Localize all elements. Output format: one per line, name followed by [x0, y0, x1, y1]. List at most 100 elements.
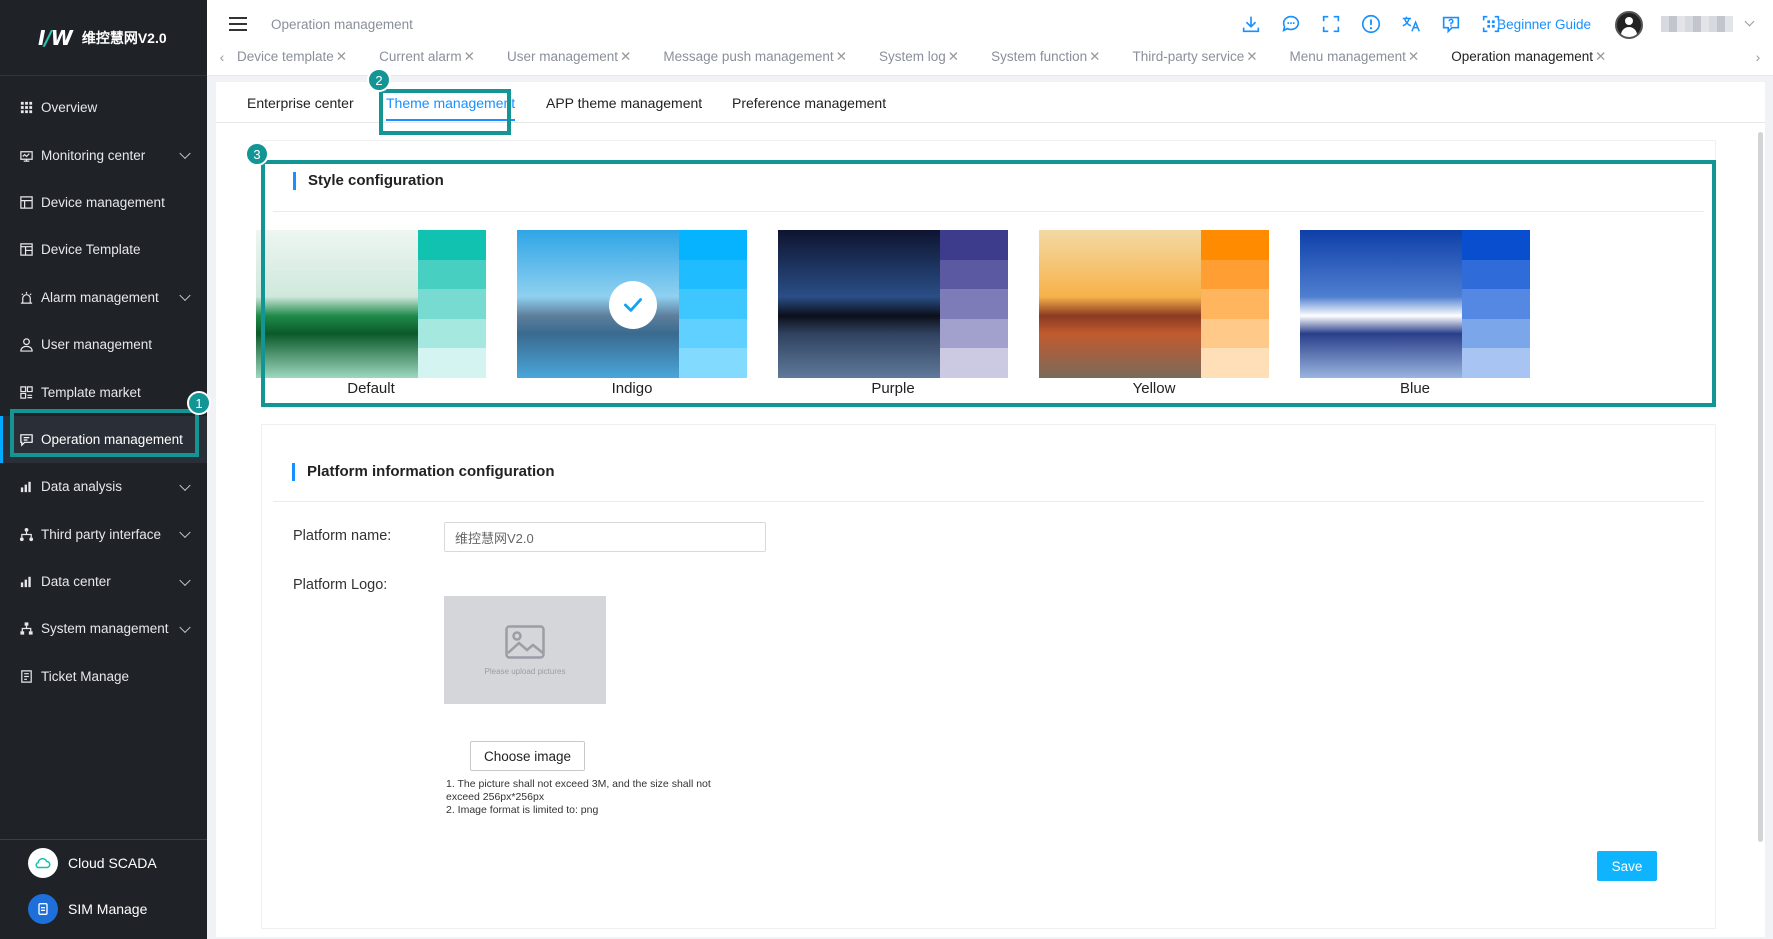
- chevron-down-icon[interactable]: [179, 574, 191, 586]
- choose-image-button[interactable]: Choose image: [470, 741, 585, 771]
- upload-hint-line-3: 2. Image format is limited to: png: [446, 804, 599, 816]
- scrollbar[interactable]: [1758, 132, 1763, 842]
- platform-name-label: Platform name:: [293, 528, 392, 544]
- visited-tab-operation-management[interactable]: Operation management ✕: [1451, 49, 1606, 65]
- alert-icon[interactable]: [1359, 12, 1383, 36]
- theme-option-indigo[interactable]: Indigo: [517, 230, 747, 405]
- tabs-scroll-left-icon[interactable]: ‹: [207, 49, 237, 65]
- color-swatch: [679, 259, 747, 290]
- download-icon[interactable]: [1239, 12, 1263, 36]
- close-icon[interactable]: ✕: [620, 49, 631, 64]
- sidebar-item-user-management[interactable]: User management: [0, 321, 207, 368]
- cloud-icon: [28, 848, 58, 878]
- sidebar-item-label: Data center: [41, 574, 111, 590]
- sidebar-item-label: Overview: [41, 100, 98, 116]
- visited-tab-label: Device template: [237, 49, 334, 64]
- tab-app-theme-management[interactable]: APP theme management: [546, 95, 702, 111]
- tab-theme-management[interactable]: Theme management: [386, 95, 516, 121]
- close-icon[interactable]: ✕: [1595, 49, 1606, 64]
- translate-icon[interactable]: [1399, 12, 1423, 36]
- image-placeholder-icon: [505, 624, 545, 659]
- sidebar-item-label: Device Template: [41, 242, 141, 258]
- visited-tab-menu-management[interactable]: Menu management ✕: [1290, 49, 1420, 65]
- theme-option-purple[interactable]: Purple: [778, 230, 1008, 405]
- sidebar-item-system-management[interactable]: System management: [0, 605, 207, 652]
- sidebar-item-data-center[interactable]: Data center: [0, 558, 207, 605]
- visited-tab-user-management[interactable]: User management ✕: [507, 49, 631, 65]
- platform-info-title: Platform information configuration: [292, 463, 555, 481]
- color-swatch: [940, 289, 1008, 319]
- sidebar-item-third-party-interface[interactable]: Third party interface: [0, 511, 207, 558]
- avatar[interactable]: [1615, 11, 1643, 39]
- close-icon[interactable]: ✕: [1089, 49, 1100, 64]
- beginner-guide-link[interactable]: Beginner Guide: [1497, 17, 1591, 32]
- theme-name: Indigo: [611, 380, 653, 397]
- visited-tab-current-alarm[interactable]: Current alarm ✕: [379, 49, 475, 65]
- theme-option-yellow[interactable]: Yellow: [1039, 230, 1269, 405]
- sidebar-item-device-template[interactable]: Device Template: [0, 226, 207, 273]
- chevron-down-icon[interactable]: [179, 526, 191, 539]
- tabs-scroll-right-icon[interactable]: ›: [1743, 49, 1773, 65]
- visited-tab-third-party-service[interactable]: Third-party service ✕: [1132, 49, 1257, 65]
- sidebar-item-operation-management[interactable]: Operation management: [0, 415, 207, 464]
- close-icon[interactable]: ✕: [1246, 49, 1257, 64]
- chevron-down-icon[interactable]: [1744, 16, 1755, 27]
- theme-preview-image: [778, 230, 940, 378]
- upload-hint-line-1: 1. The picture shall not exceed 3M, and …: [446, 778, 711, 790]
- theme-swatches: [1201, 230, 1269, 378]
- logo-mark: I/W: [38, 25, 73, 50]
- color-swatch: [679, 289, 747, 319]
- close-icon[interactable]: ✕: [948, 49, 959, 64]
- save-button[interactable]: Save: [1597, 851, 1657, 881]
- platform-name-input[interactable]: [444, 522, 766, 552]
- fullscreen-icon[interactable]: [1319, 12, 1343, 36]
- sim-manage-label: SIM Manage: [68, 901, 148, 917]
- visited-tab-system-log[interactable]: System log ✕: [879, 49, 959, 65]
- sidebar-item-data-analysis[interactable]: Data analysis: [0, 463, 207, 510]
- theme-option-default[interactable]: Default: [256, 230, 486, 405]
- sidebar-item-ticket-manage[interactable]: Ticket Manage: [0, 653, 207, 700]
- close-icon[interactable]: ✕: [464, 49, 475, 64]
- app-logo[interactable]: I/W 维控慧网V2.0: [0, 0, 207, 76]
- chevron-down-icon[interactable]: [179, 147, 191, 160]
- sidebar-item-device-management[interactable]: Device management: [0, 179, 207, 226]
- menu-toggle-icon[interactable]: [229, 17, 247, 31]
- chevron-down-icon[interactable]: [179, 479, 191, 491]
- cloud-scada-link[interactable]: Cloud SCADA: [0, 840, 207, 886]
- username-redacted[interactable]: [1661, 16, 1733, 32]
- close-icon[interactable]: ✕: [836, 49, 847, 64]
- close-icon[interactable]: ✕: [336, 49, 347, 64]
- sidebar-item-alarm-management[interactable]: Alarm management: [0, 274, 207, 321]
- chevron-down-icon[interactable]: [179, 289, 191, 302]
- theme-option-blue[interactable]: Blue: [1300, 230, 1530, 405]
- visited-tab-label: Third-party service: [1132, 49, 1245, 64]
- bar-chart-icon: [18, 574, 34, 590]
- theme-swatches: [1462, 230, 1530, 378]
- logo-upload-area[interactable]: Please upload pictures: [444, 596, 606, 704]
- chevron-down-icon[interactable]: [179, 621, 191, 634]
- theme-preview-image: [256, 230, 418, 378]
- cloud-scada-label: Cloud SCADA: [68, 855, 157, 871]
- hierarchy-icon: [18, 621, 34, 637]
- annotation-badge-1: 1: [187, 391, 211, 415]
- tab-enterprise-center[interactable]: Enterprise center: [247, 95, 354, 111]
- color-swatch: [679, 348, 747, 378]
- color-swatch: [418, 318, 486, 349]
- close-icon[interactable]: ✕: [1408, 49, 1419, 64]
- visited-tab-message-push-management[interactable]: Message push management ✕: [663, 49, 847, 65]
- message-icon[interactable]: [1279, 12, 1303, 36]
- tab-preference-management[interactable]: Preference management: [732, 95, 886, 111]
- theme-swatches: [679, 230, 747, 378]
- sidebar-item-overview[interactable]: Overview: [0, 84, 207, 131]
- grid-icon: [18, 100, 34, 116]
- check-icon: [609, 281, 657, 329]
- color-swatch: [679, 318, 747, 349]
- topbar: Operation management Beginner Guide ‹ De…: [207, 0, 1773, 76]
- sidebar-item-monitoring-center[interactable]: Monitoring center: [0, 131, 207, 178]
- visited-tab-device-template[interactable]: Device template ✕: [237, 49, 347, 65]
- sidebar-item-template-market[interactable]: Template market: [0, 368, 207, 415]
- sim-manage-link[interactable]: SIM Manage: [0, 886, 207, 932]
- visited-tab-system-function[interactable]: System function ✕: [991, 49, 1100, 65]
- help-icon[interactable]: [1439, 12, 1463, 36]
- color-swatch: [1201, 230, 1269, 260]
